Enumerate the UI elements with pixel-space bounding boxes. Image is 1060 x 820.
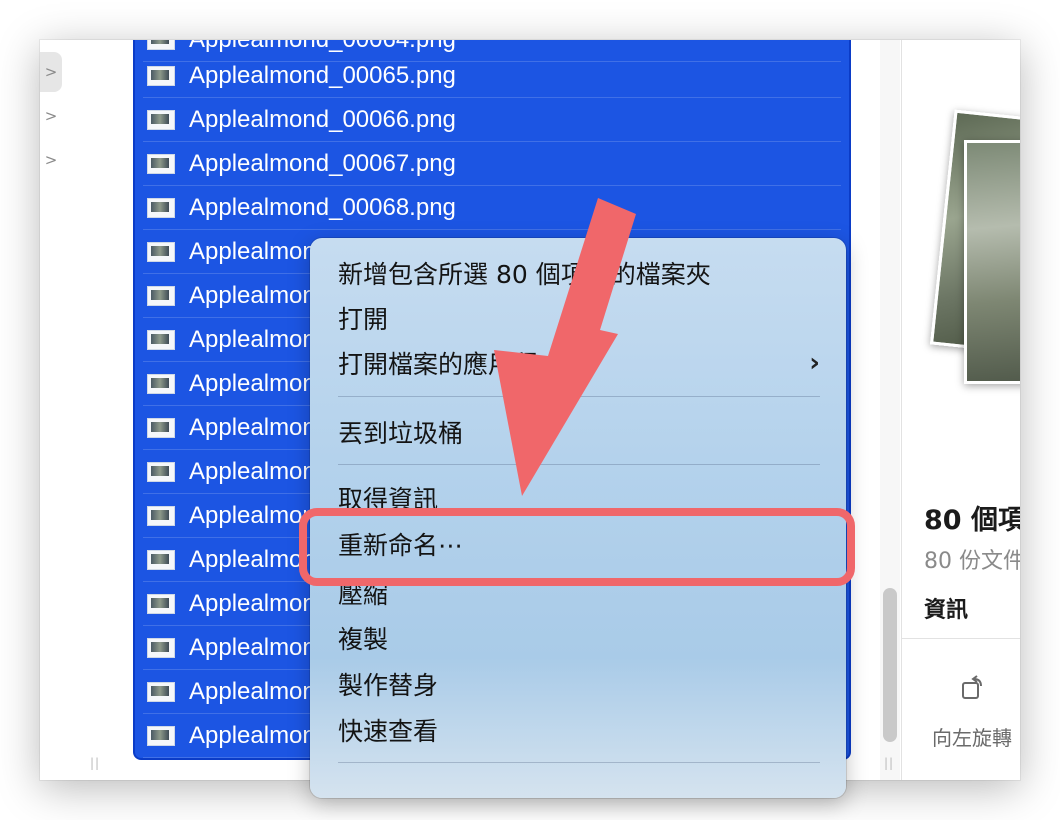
menu-item-quick-look[interactable]: 快速查看 [338, 708, 820, 752]
image-file-icon [147, 373, 175, 394]
image-file-icon [147, 681, 175, 702]
resize-handle-icon[interactable]: || [884, 756, 894, 770]
list-item[interactable]: Applealmond_00068.png [143, 186, 841, 230]
file-name: Applealmond_00067.png [189, 149, 456, 177]
menu-item-make-alias[interactable]: 製作替身 [338, 662, 820, 706]
chevron-right-icon: › [809, 348, 820, 378]
menu-item-label: 快速查看 [338, 717, 439, 746]
preview-pane: 80 個項目 80 份文件 資訊 向左旋轉 [901, 40, 1020, 780]
list-item[interactable]: Applealmond_00067.png [143, 142, 841, 186]
image-file-icon [147, 153, 175, 174]
image-file-icon [147, 505, 175, 526]
menu-item-duplicate[interactable]: 複製 [338, 616, 820, 660]
chevron-right-icon[interactable]: > [40, 96, 62, 136]
preview-title: 80 個項目 [924, 505, 1020, 536]
menu-separator [338, 396, 820, 397]
menu-item-open-with[interactable]: 打開檔案的應用程式 › [338, 341, 820, 385]
menu-item-move-to-trash[interactable]: 丟到垃圾桶 [338, 410, 820, 454]
menu-item-label: 丟到垃圾桶 [338, 419, 464, 448]
menu-item-new-folder-with-selection[interactable]: 新增包含所選 80 個項目的檔案夾 [338, 251, 820, 295]
menu-item-label: 複製 [338, 625, 389, 654]
image-file-icon [147, 109, 175, 130]
file-name: Applealmond_00064.png [189, 40, 456, 54]
image-file-icon [147, 197, 175, 218]
menu-item-label: 新增包含所選 80 個項目的檔案夾 [338, 260, 711, 289]
file-name: Applealmond_00066.png [189, 105, 456, 133]
image-file-icon [147, 40, 175, 50]
sidebar: > > > || [40, 40, 111, 780]
rotate-left-label[interactable]: 向左旋轉 [932, 722, 1012, 751]
image-file-icon [147, 65, 175, 86]
scrollbar-thumb[interactable] [883, 588, 897, 742]
menu-item-label: 製作替身 [338, 671, 439, 700]
preview-subtitle: 80 份文件 [924, 549, 1020, 574]
preview-image [964, 140, 1020, 384]
image-file-icon [147, 329, 175, 350]
chevron-right-icon[interactable]: > [40, 140, 62, 180]
image-file-icon [147, 417, 175, 438]
image-file-icon [147, 725, 175, 746]
image-file-icon [147, 285, 175, 306]
image-file-icon [147, 593, 175, 614]
image-file-icon [147, 637, 175, 658]
menu-separator [338, 762, 820, 763]
preview-info-label: 資訊 [924, 598, 969, 623]
file-name: Applealmond_00068.png [189, 193, 456, 221]
resize-handle-icon[interactable]: || [90, 756, 100, 770]
chevron-right-icon[interactable]: > [40, 52, 62, 92]
divider [902, 638, 1020, 639]
image-file-icon [147, 461, 175, 482]
menu-item-label: 打開 [338, 305, 389, 334]
list-item[interactable]: Applealmond_00066.png [143, 98, 841, 142]
menu-item-open[interactable]: 打開 [338, 296, 820, 340]
menu-separator [338, 464, 820, 465]
image-file-icon [147, 241, 175, 262]
file-name: Applealmond_00065.png [189, 61, 456, 89]
image-file-icon [147, 549, 175, 570]
annotation-highlight-box [299, 508, 855, 586]
rotate-left-icon[interactable] [960, 675, 986, 701]
menu-item-label: 打開檔案的應用程式 [338, 350, 564, 379]
scrollbar[interactable]: || [880, 40, 900, 780]
list-item[interactable]: Applealmond_00065.png [143, 54, 841, 98]
